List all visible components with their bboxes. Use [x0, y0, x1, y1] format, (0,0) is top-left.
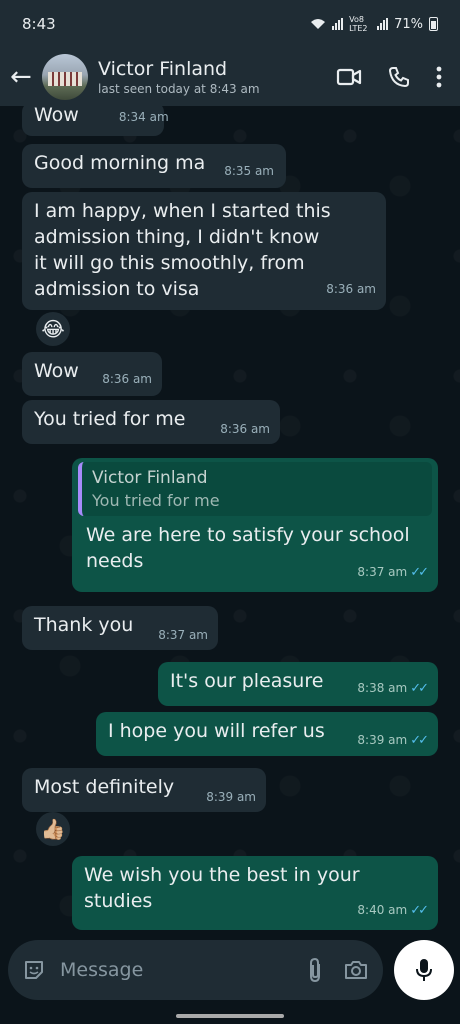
- message-time: 8:39 am: [206, 790, 256, 804]
- quoted-text: You tried for me: [92, 491, 220, 510]
- message-time: 8:40 am ✓✓: [357, 897, 429, 924]
- read-receipt-icon: ✓✓: [410, 565, 429, 580]
- voice-record-button[interactable]: [394, 940, 454, 1000]
- message-bubble[interactable]: Wow 8:36 am: [22, 352, 162, 396]
- reaction-emoji[interactable]: 👍🏼: [36, 812, 70, 846]
- message-time: 8:36 am: [102, 372, 152, 386]
- message-text: You tried for me: [34, 408, 186, 430]
- signal-icon-2: [377, 18, 389, 30]
- message-bubble[interactable]: I am happy, when I started this admissio…: [22, 192, 386, 310]
- wifi-icon: [311, 19, 326, 29]
- contact-name: Victor Finland: [98, 58, 228, 80]
- chat-header: ← Victor Finland last seen today at 8:43…: [0, 48, 460, 106]
- message-time: 8:34 am: [118, 110, 169, 124]
- message-bubble[interactable]: I hope you will refer us 8:39 am ✓✓: [96, 712, 438, 756]
- message-bubble[interactable]: We wish you the best in your studies 8:4…: [72, 856, 438, 930]
- message-text: Wow: [34, 106, 79, 126]
- quoted-message[interactable]: Victor Finland You tried for me: [78, 462, 432, 516]
- signal-icon: [332, 18, 344, 30]
- status-icons: Vo8 LTE2 71%: [310, 15, 438, 33]
- microphone-icon: [416, 959, 432, 981]
- message-text: It's our pleasure: [170, 670, 324, 692]
- thumbs-up-emoji-icon: 👍🏼: [40, 817, 66, 841]
- message-bubble[interactable]: You tried for me 8:36 am: [22, 400, 280, 444]
- attach-button[interactable]: [307, 957, 323, 983]
- message-bubble[interactable]: Good morning ma 8:35 am: [22, 144, 286, 188]
- message-time-text: 8:38 am: [357, 681, 408, 695]
- network-label: Vo8 LTE2: [349, 15, 368, 33]
- message-time-text: 8:40 am: [357, 903, 408, 917]
- message-bubble[interactable]: Wow 8:34 am: [22, 106, 169, 136]
- message-time: 8:39 am ✓✓: [357, 727, 429, 754]
- battery-level: 71%: [394, 16, 423, 32]
- more-options-icon[interactable]: [436, 66, 442, 88]
- phone-call-icon[interactable]: [388, 66, 410, 88]
- message-time: 8:35 am: [224, 164, 274, 178]
- read-receipt-icon: ✓✓: [410, 733, 429, 748]
- message-bubble[interactable]: It's our pleasure 8:38 am ✓✓: [158, 662, 438, 706]
- message-time-text: 8:39 am: [357, 733, 408, 747]
- message-time: 8:37 am ✓✓: [357, 559, 429, 586]
- message-time: 8:38 am ✓✓: [357, 675, 429, 702]
- chat-area[interactable]: Wow 8:34 am Good morning ma 8:35 am I am h…: [0, 106, 460, 936]
- sticker-icon[interactable]: [22, 958, 46, 982]
- message-text: Thank you: [34, 614, 134, 636]
- camera-button[interactable]: [343, 959, 369, 981]
- message-time: 8:36 am: [326, 282, 376, 296]
- message-text: Good morning ma: [34, 152, 206, 174]
- status-bar: 8:43 Vo8 LTE2 71%: [0, 0, 460, 48]
- paperclip-icon: [310, 957, 320, 983]
- reaction-emoji[interactable]: 😂: [36, 312, 70, 346]
- status-time: 8:43: [22, 15, 56, 33]
- message-bubble[interactable]: Most definitely 8:39 am: [22, 768, 266, 812]
- quoted-sender: Victor Finland: [92, 468, 208, 488]
- message-text: I am happy, when I started this admissio…: [34, 200, 331, 300]
- home-indicator: [176, 1014, 284, 1018]
- message-bubble[interactable]: Thank you 8:37 am: [22, 606, 218, 650]
- read-receipt-icon: ✓✓: [410, 681, 429, 696]
- message-text: Most definitely: [34, 776, 175, 798]
- battery-icon: [429, 17, 438, 31]
- message-time-text: 8:37 am: [357, 565, 408, 579]
- message-time: 8:37 am: [158, 628, 208, 642]
- read-receipt-icon: ✓✓: [410, 903, 429, 918]
- camera-icon: [345, 961, 367, 979]
- message-text: We wish you the best in your studies: [84, 864, 360, 912]
- message-bubble[interactable]: Victor Finland You tried for me We are h…: [72, 458, 438, 592]
- contact-info[interactable]: Victor Finland last seen today at 8:43 a…: [98, 57, 336, 97]
- message-composer[interactable]: Message: [8, 940, 383, 1000]
- laughing-emoji-icon: 😂: [41, 317, 65, 341]
- message-input[interactable]: Message: [60, 959, 287, 981]
- back-arrow-icon[interactable]: ←: [10, 62, 38, 92]
- video-call-icon[interactable]: [336, 67, 362, 87]
- message-text: Wow: [34, 360, 79, 382]
- avatar[interactable]: [42, 54, 88, 100]
- message-text: I hope you will refer us: [108, 720, 325, 742]
- message-time: 8:36 am: [220, 422, 270, 436]
- last-seen-status: last seen today at 8:43 am: [98, 82, 260, 96]
